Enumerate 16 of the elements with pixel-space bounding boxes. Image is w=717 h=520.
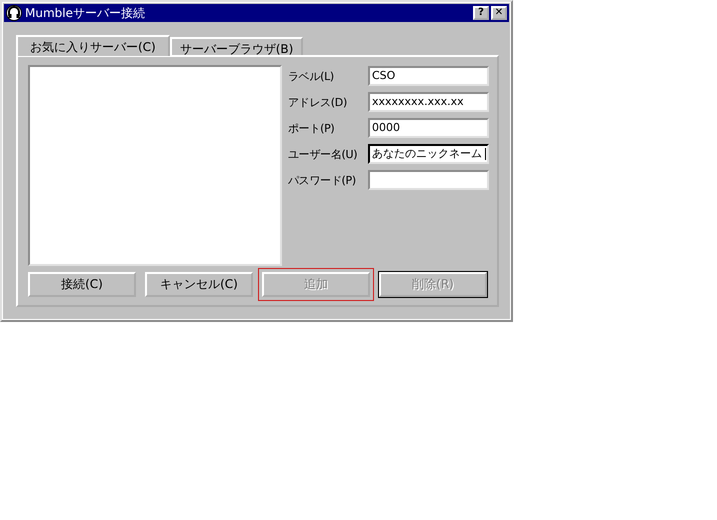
field-label: ユーザー名(U) [288,146,358,162]
field-label: ラベル(L) [288,68,335,84]
field-label: ポート(P) [288,120,336,136]
tab[interactable]: お気に入りサーバー(C) [16,35,170,56]
field-label: パスワード(P) [288,172,357,188]
input-field[interactable] [368,170,489,190]
input-field[interactable]: xxxxxxxx.xxx.xx [368,92,489,112]
input-field[interactable]: CSO [368,66,489,86]
help-button[interactable]: ? [473,6,489,20]
field-label: アドレス(D) [288,94,348,110]
window-title: Mumbleサーバー接続 [25,4,146,22]
tab[interactable]: サーバーブラウザ(B) [170,37,304,55]
input-field[interactable]: 0000 [368,118,489,138]
headphones-logo-icon [6,5,22,21]
input-field[interactable]: あなたのニックネーム [368,144,489,164]
close-button[interactable]: ✕ [491,6,507,20]
